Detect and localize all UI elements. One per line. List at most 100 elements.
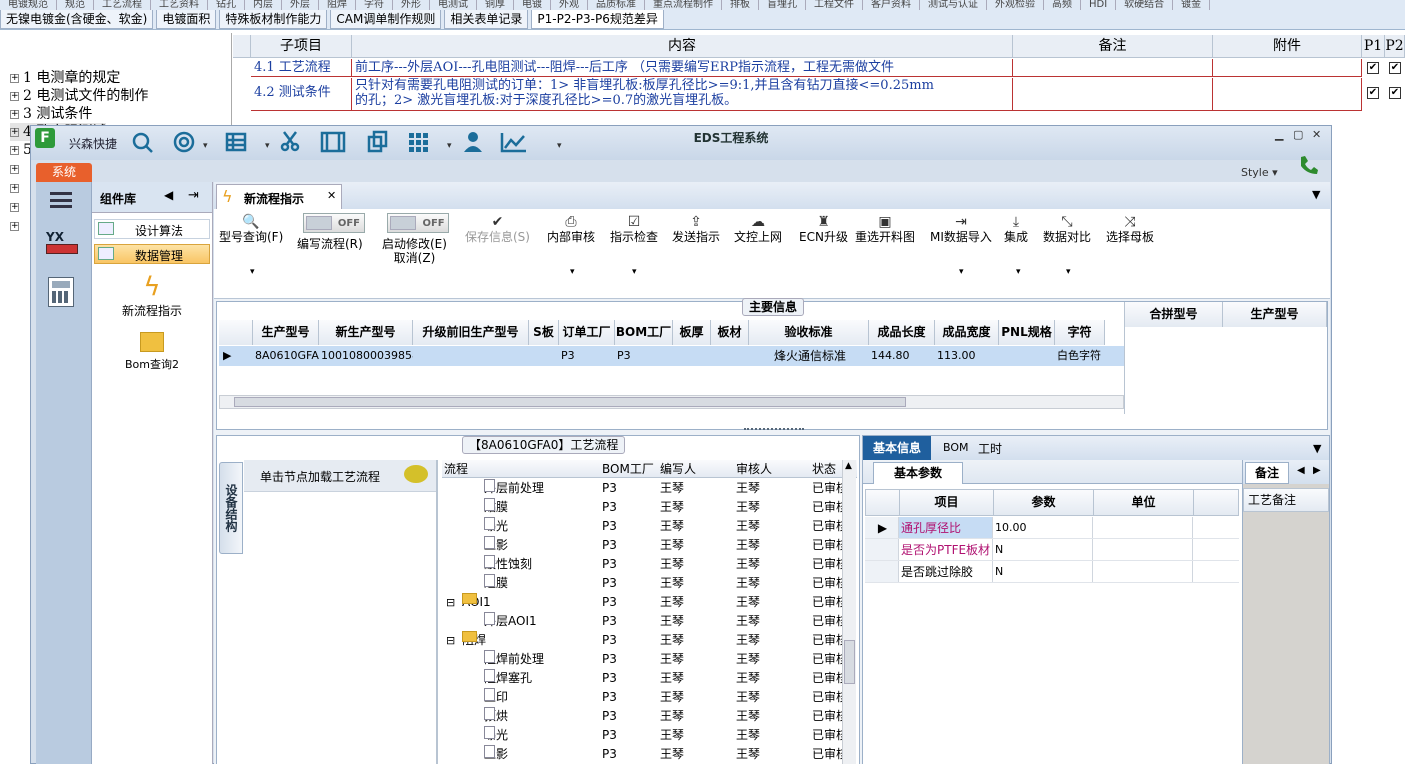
tree-item[interactable]: + [10, 198, 23, 216]
toolbar-button[interactable]: ☑ 指示检查 [610, 214, 658, 244]
toolbar-button[interactable]: ⎙ 内部审核 [547, 214, 595, 244]
top-tab[interactable]: 软硬结合 [1116, 0, 1174, 10]
dropdown-arrow[interactable]: ▾ [632, 267, 637, 277]
toolbar-button[interactable]: ⤓ 集成 [1004, 214, 1028, 244]
top-tab[interactable]: 镀金 [1173, 0, 1211, 10]
dropdown-arrow[interactable]: ▾ [959, 267, 964, 277]
nav-item-data-management[interactable]: 数据管理 [94, 244, 210, 264]
main-info-row[interactable]: ▶ 8A0610GFA0 10010800039858 P3 P3 烽火通信标准 144.… [219, 346, 1124, 366]
next-tab-icon[interactable]: ▶ [1313, 465, 1321, 476]
tree-item[interactable]: +1 电测章的规定 [10, 69, 120, 87]
param-row[interactable]: 是否为PTFE板材 N [865, 539, 1239, 561]
main-info-cell[interactable]: P3 [559, 346, 615, 366]
main-info-cell[interactable]: P3 [615, 346, 673, 366]
row1-p2-checkbox[interactable]: ✔ [1389, 62, 1401, 74]
top-tab[interactable]: 外形 [393, 0, 430, 10]
flow-row[interactable]: 显影P3王琴王琴已审核 [442, 536, 857, 555]
toolbar-button[interactable]: ♜ ECN升级 [799, 214, 848, 244]
main-info-cell[interactable]: 10010800039858 [319, 346, 413, 366]
dropdown-arrow[interactable]: ▾ [570, 267, 575, 277]
flow-row[interactable]: 丝印P3王琴王琴已审核 [442, 688, 857, 707]
film-icon[interactable] [320, 131, 346, 153]
row2-attach[interactable] [1213, 78, 1362, 111]
main-info-cell[interactable]: 8A0610GFA0 [253, 346, 319, 366]
main-info-cell[interactable] [529, 346, 559, 366]
top-tab[interactable]: 内层 [245, 0, 282, 10]
main-info-cell[interactable]: 烽火通信标准 [749, 346, 869, 366]
row1-attach[interactable] [1213, 59, 1362, 77]
flow-row[interactable]: 阻焊⊟P3王琴王琴已审核 [442, 631, 857, 650]
flow-row[interactable]: 外层前处理P3王琴王琴已审核 [442, 479, 857, 498]
chart-icon[interactable] [500, 133, 526, 153]
top-tab[interactable]: 字符 [356, 0, 393, 10]
expand-icon[interactable]: + [10, 221, 19, 231]
tab-bom[interactable]: BOM [943, 441, 969, 454]
tab-new-flow[interactable]: ϟ 新流程指示 ✕ [216, 184, 342, 209]
top-tab[interactable]: 重点流程制作 [645, 0, 722, 10]
prev-tab-icon[interactable]: ◀ [1297, 465, 1305, 476]
scrollbar-thumb[interactable] [234, 397, 906, 407]
flow-row[interactable]: 酸性蚀刻P3王琴王琴已审核 [442, 555, 857, 574]
main-info-cell[interactable]: 113.00 [935, 346, 999, 366]
tree-item[interactable]: + [10, 179, 23, 197]
doc-tab[interactable]: 无镍电镀金(含硬金、软金) [0, 10, 154, 29]
flow-row[interactable]: 曝光P3王琴王琴已审核 [442, 517, 857, 536]
pin-icon[interactable]: ⇥ [188, 188, 199, 203]
expand-icon[interactable]: + [10, 73, 19, 83]
row1-remark[interactable] [1013, 59, 1213, 77]
tab-list-dropdown[interactable]: ▼ [1313, 442, 1321, 455]
tab-system[interactable]: 系统 [36, 163, 92, 182]
customize-arrow[interactable]: ▾ [557, 141, 562, 151]
main-info-cell[interactable] [999, 346, 1055, 366]
side-tab-equipment[interactable]: 设备结构 [219, 462, 243, 554]
dropdown-arrow[interactable]: ▾ [447, 141, 452, 151]
top-tab[interactable]: 外观检验 [987, 0, 1044, 10]
doc-tab[interactable]: 电镀面积 [156, 10, 217, 29]
top-tab[interactable]: 工艺流程 [94, 0, 151, 10]
top-tab[interactable]: 铜厚 [477, 0, 514, 10]
tab-work-hours[interactable]: 工时 [978, 440, 1002, 457]
nav-item-design[interactable]: 设计算法 [94, 219, 210, 239]
tool-new-flow[interactable]: ϟ 新流程指示 [92, 272, 212, 320]
close-icon[interactable]: ✕ [1312, 128, 1321, 141]
top-tab[interactable]: 电镀 [514, 0, 551, 10]
toolbar-button[interactable]: ▣ 重选开料图 [855, 214, 915, 244]
param-row[interactable]: ▶ 通孔厚径比 10.00 [865, 517, 1239, 539]
scroll-up-icon[interactable]: ▲ [845, 461, 852, 471]
top-tab[interactable]: 规范 [57, 0, 94, 10]
expand-icon[interactable]: + [10, 145, 19, 155]
factory-icon[interactable]: YX [46, 230, 78, 260]
row2-p1-checkbox[interactable]: ✔ [1367, 87, 1379, 99]
tab-list-dropdown[interactable]: ▼ [1312, 188, 1320, 201]
lifebuoy-icon[interactable] [173, 131, 195, 153]
top-tab[interactable]: 阻焊 [319, 0, 356, 10]
main-info-cell[interactable]: 白色字符 [1055, 346, 1105, 366]
tree-item[interactable]: +2 电测试文件的制作 [10, 87, 148, 105]
minimize-icon[interactable]: ▁ [1275, 128, 1283, 141]
dropdown-arrow[interactable]: ▾ [1016, 267, 1021, 277]
toolbar-button[interactable]: ⤡ 数据对比 [1043, 214, 1091, 244]
toolbar-button[interactable]: ☁ 文控上网 [734, 214, 782, 244]
top-tab[interactable]: 排板 [722, 0, 759, 10]
main-info-cell[interactable] [711, 346, 749, 366]
top-tab[interactable]: 外层 [282, 0, 319, 10]
row1-content[interactable]: 前工序---外层AOI---孔电阻测试---阻焊---后工序 （只需要编写ERP… [352, 59, 1013, 77]
tool-bom-query[interactable]: Bom查询2 [92, 330, 212, 374]
expand-icon[interactable]: + [10, 183, 19, 193]
top-tab[interactable]: 工艺资料 [151, 0, 208, 10]
tab-remark[interactable]: 备注 [1245, 462, 1289, 484]
expand-icon[interactable]: + [10, 109, 19, 119]
top-tab[interactable]: 钻孔 [208, 0, 245, 10]
top-tab[interactable]: 电镀规范 [0, 0, 57, 10]
flow-row[interactable]: 外层AOI1P3王琴王琴已审核 [442, 612, 857, 631]
flow-row[interactable]: 贴膜P3王琴王琴已审核 [442, 498, 857, 517]
param-value[interactable]: N [993, 539, 1093, 560]
flow-row[interactable]: 阻焊前处理P3王琴王琴已审核 [442, 650, 857, 669]
horizontal-scrollbar[interactable] [219, 395, 1124, 409]
toolbar-button[interactable]: OFF 启动修改(E) 取消(Z) [382, 213, 450, 265]
param-value[interactable]: N [993, 561, 1093, 582]
vertical-scrollbar[interactable]: ▲ [842, 460, 856, 764]
tab-basic-info[interactable]: 基本信息 [863, 436, 931, 460]
dropdown-arrow[interactable]: ▾ [250, 267, 255, 277]
menu-icon[interactable] [50, 192, 72, 208]
